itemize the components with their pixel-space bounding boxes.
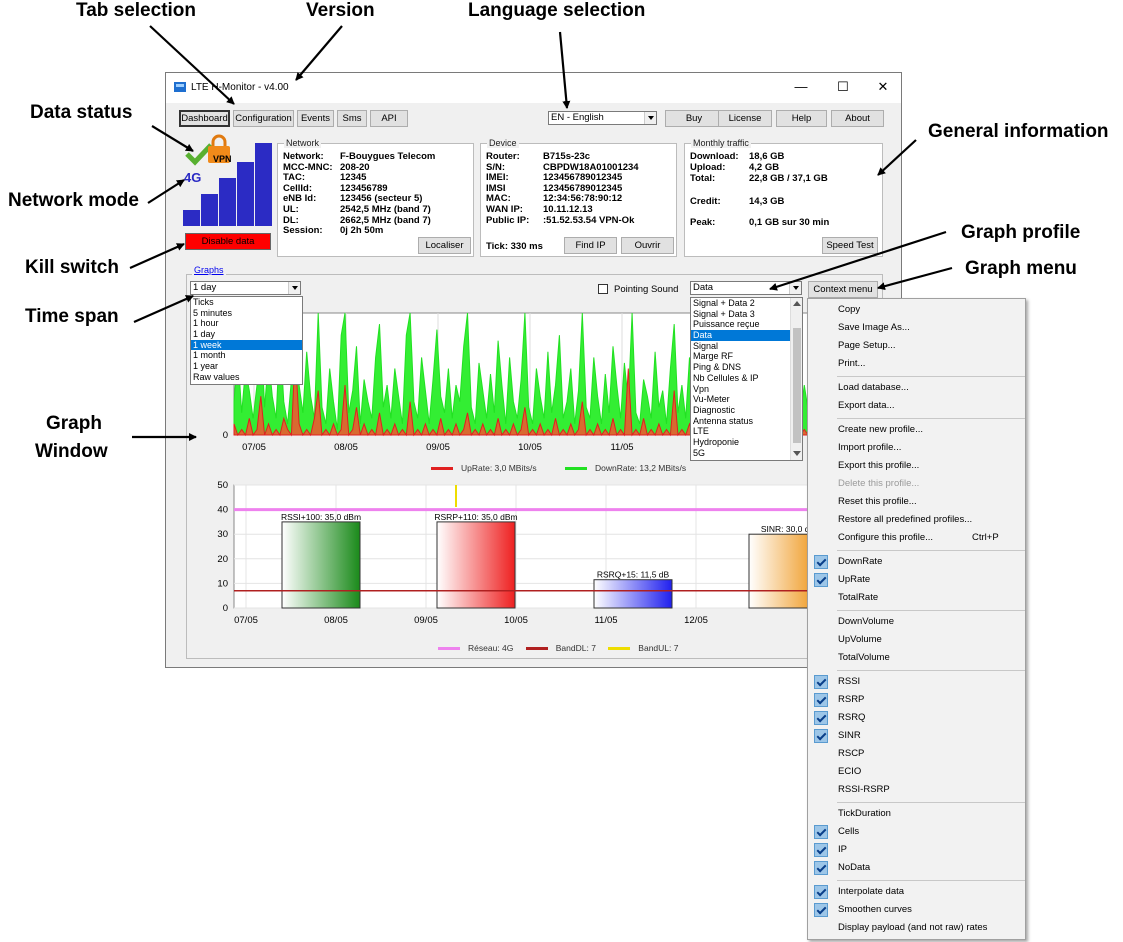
annotation-arrows — [129, 25, 953, 441]
arrow-time-span — [133, 294, 194, 324]
arrow-tab-selection — [149, 25, 235, 105]
arrow-network-mode — [147, 179, 185, 204]
arrow-kill-switch — [129, 242, 185, 270]
arrow-language — [558, 31, 571, 109]
arrow-data-status — [151, 125, 194, 152]
arrow-graph-menu — [877, 266, 953, 291]
arrow-graph-profile — [769, 230, 947, 291]
arrow-version — [295, 25, 343, 81]
arrow-general-info — [877, 139, 917, 176]
